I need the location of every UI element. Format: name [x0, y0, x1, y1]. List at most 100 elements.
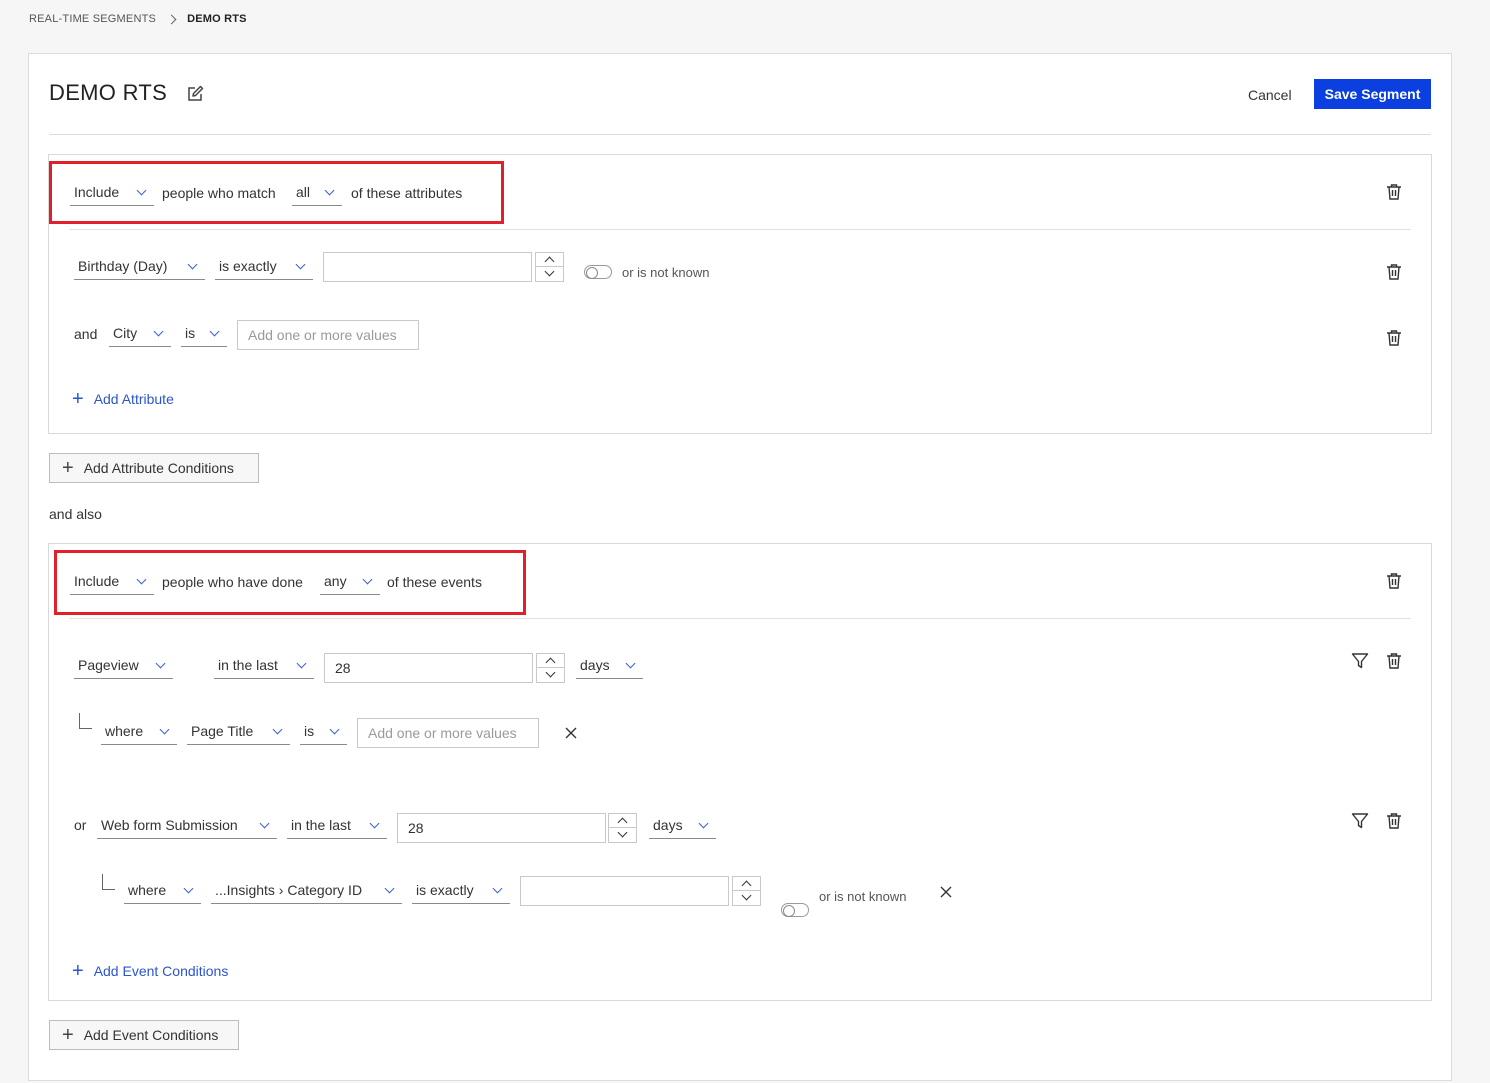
not-known-label: or is not known — [819, 889, 907, 904]
filter-operator-dropdown[interactable]: is — [300, 718, 347, 745]
stepper-up-icon[interactable] — [537, 654, 564, 668]
values-input[interactable]: Add one or more values — [237, 320, 419, 350]
chevron-down-icon — [183, 883, 194, 893]
number-stepper[interactable] — [536, 653, 565, 683]
chevron-down-icon — [698, 818, 709, 828]
dropdown-label: City — [113, 325, 138, 341]
trash-icon[interactable] — [1385, 183, 1403, 201]
amount-input[interactable]: 28 — [397, 813, 606, 843]
chevron-down-icon — [492, 883, 503, 893]
not-known-label: or is not known — [622, 265, 710, 280]
attribute-value-input[interactable] — [323, 252, 532, 282]
stepper-up-icon[interactable] — [609, 814, 636, 828]
plus-icon: + — [72, 960, 84, 982]
dropdown-label: in the last — [218, 657, 278, 673]
filter-value-input[interactable] — [520, 876, 729, 906]
add-event-conditions-button[interactable]: + Add Event Conditions — [49, 1020, 239, 1050]
dropdown-label: ...Insights › Category ID — [215, 882, 363, 898]
add-event-link[interactable]: + Add Event Conditions — [72, 960, 228, 982]
filter-operator-dropdown[interactable]: is exactly — [412, 877, 510, 904]
cancel-button[interactable]: Cancel — [1240, 82, 1300, 108]
breadcrumb-current: DEMO RTS — [187, 13, 247, 25]
chevron-right-icon — [166, 14, 177, 24]
dropdown-label: is — [304, 723, 315, 739]
attr-include-dropdown[interactable]: Include — [70, 179, 154, 206]
where-dropdown[interactable]: where — [101, 718, 177, 745]
plus-icon: + — [62, 457, 74, 479]
edit-icon[interactable] — [186, 85, 204, 103]
number-stepper[interactable] — [732, 876, 761, 906]
and-also-label: and also — [49, 506, 102, 522]
filter-icon[interactable] — [1351, 812, 1369, 830]
trash-icon[interactable] — [1385, 263, 1403, 281]
dropdown-label: Page Title — [191, 723, 254, 739]
stepper-up-icon[interactable] — [536, 253, 563, 267]
stepper-down-icon[interactable] — [609, 828, 636, 842]
attribute-field-dropdown[interactable]: Birthday (Day) — [74, 253, 205, 280]
dropdown-label: any — [324, 573, 347, 589]
attr-group-text-2: of these attributes — [351, 185, 463, 201]
close-icon[interactable] — [939, 885, 953, 899]
close-icon[interactable] — [564, 726, 578, 740]
dropdown-label: is exactly — [219, 258, 277, 274]
event-group-text-1: people who have done — [162, 574, 303, 590]
add-attribute-label: Add Attribute — [93, 391, 174, 407]
time-period-dropdown[interactable]: in the last — [214, 652, 314, 679]
header-divider — [49, 134, 1431, 135]
not-known-toggle[interactable] — [584, 265, 612, 279]
add-attribute-conditions-button[interactable]: + Add Attribute Conditions — [49, 453, 259, 483]
button-label: Add Attribute Conditions — [83, 460, 234, 476]
and-conjunction: and — [74, 326, 98, 342]
tree-connector — [79, 713, 92, 729]
dropdown-label: Birthday (Day) — [78, 258, 168, 274]
time-period-dropdown[interactable]: in the last — [287, 812, 387, 839]
add-attribute-link[interactable]: + Add Attribute — [72, 389, 174, 409]
group-divider — [69, 229, 1411, 230]
breadcrumb-real-time-segments[interactable]: REAL-TIME SEGMENTS — [29, 13, 156, 25]
event-include-dropdown[interactable]: Include — [70, 568, 154, 595]
chevron-down-icon — [324, 185, 335, 195]
where-dropdown[interactable]: where — [124, 877, 201, 904]
stepper-down-icon[interactable] — [733, 891, 760, 905]
amount-input[interactable]: 28 — [324, 653, 533, 683]
chevron-down-icon — [136, 574, 147, 584]
chevron-down-icon — [329, 724, 340, 734]
trash-icon[interactable] — [1385, 329, 1403, 347]
plus-icon: + — [62, 1024, 74, 1046]
filter-field-dropdown[interactable]: ...Insights › Category ID — [211, 877, 402, 904]
time-unit-dropdown[interactable]: days — [576, 652, 643, 679]
number-stepper[interactable] — [535, 252, 564, 282]
dropdown-label: where — [105, 723, 144, 739]
not-known-toggle[interactable] — [781, 903, 809, 917]
trash-icon[interactable] — [1385, 812, 1403, 830]
dropdown-label: is exactly — [416, 882, 474, 898]
button-label: Add Event Conditions — [83, 1027, 219, 1043]
attribute-operator-dropdown[interactable]: is exactly — [215, 253, 313, 280]
chevron-down-icon — [136, 185, 147, 195]
attribute-operator-dropdown[interactable]: is — [181, 320, 227, 347]
trash-icon[interactable] — [1385, 652, 1403, 670]
attribute-field-dropdown[interactable]: City — [109, 320, 171, 347]
or-conjunction: or — [74, 817, 87, 833]
stepper-down-icon[interactable] — [537, 668, 564, 682]
values-input[interactable]: Add one or more values — [357, 718, 539, 748]
trash-icon[interactable] — [1385, 572, 1403, 590]
stepper-up-icon[interactable] — [733, 877, 760, 891]
chevron-down-icon — [187, 259, 198, 269]
chevron-down-icon — [362, 574, 373, 584]
save-segment-button[interactable]: Save Segment — [1314, 79, 1431, 109]
event-match-dropdown[interactable]: any — [320, 568, 380, 595]
number-stepper[interactable] — [608, 813, 637, 843]
chevron-down-icon — [272, 724, 283, 734]
chevron-down-icon — [153, 326, 164, 336]
event-type-dropdown[interactable]: Web form Submission — [97, 812, 277, 839]
filter-icon[interactable] — [1351, 652, 1369, 670]
chevron-down-icon — [155, 658, 166, 668]
attr-match-dropdown[interactable]: all — [292, 179, 342, 206]
dropdown-label: days — [653, 817, 683, 833]
dropdown-label: all — [296, 184, 311, 200]
event-type-dropdown[interactable]: Pageview — [74, 652, 173, 679]
filter-field-dropdown[interactable]: Page Title — [187, 718, 290, 745]
time-unit-dropdown[interactable]: days — [649, 812, 716, 839]
stepper-down-icon[interactable] — [536, 267, 563, 281]
